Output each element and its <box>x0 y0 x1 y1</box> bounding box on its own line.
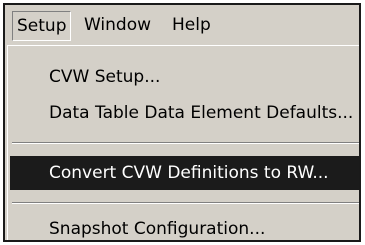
menu-item-cvw-setup[interactable]: CVW Setup... <box>12 60 359 94</box>
application-window: Setup Window Help CVW Setup... Data Tabl… <box>3 3 361 242</box>
menu-setup[interactable]: Setup <box>12 11 72 41</box>
menu-bar: Setup Window Help <box>5 5 359 45</box>
menu-separator <box>12 142 359 144</box>
menu-help[interactable]: Help <box>172 11 211 39</box>
menu-separator <box>12 202 359 204</box>
menu-window[interactable]: Window <box>84 11 151 39</box>
setup-dropdown-menu: CVW Setup... Data Table Data Element Def… <box>7 45 359 240</box>
menu-item-convert-cvw-definitions[interactable]: Convert CVW Definitions to RW... <box>10 156 359 190</box>
menu-item-data-table-defaults[interactable]: Data Table Data Element Defaults... <box>12 96 359 130</box>
menu-item-snapshot-configuration[interactable]: Snapshot Configuration... <box>12 212 359 240</box>
